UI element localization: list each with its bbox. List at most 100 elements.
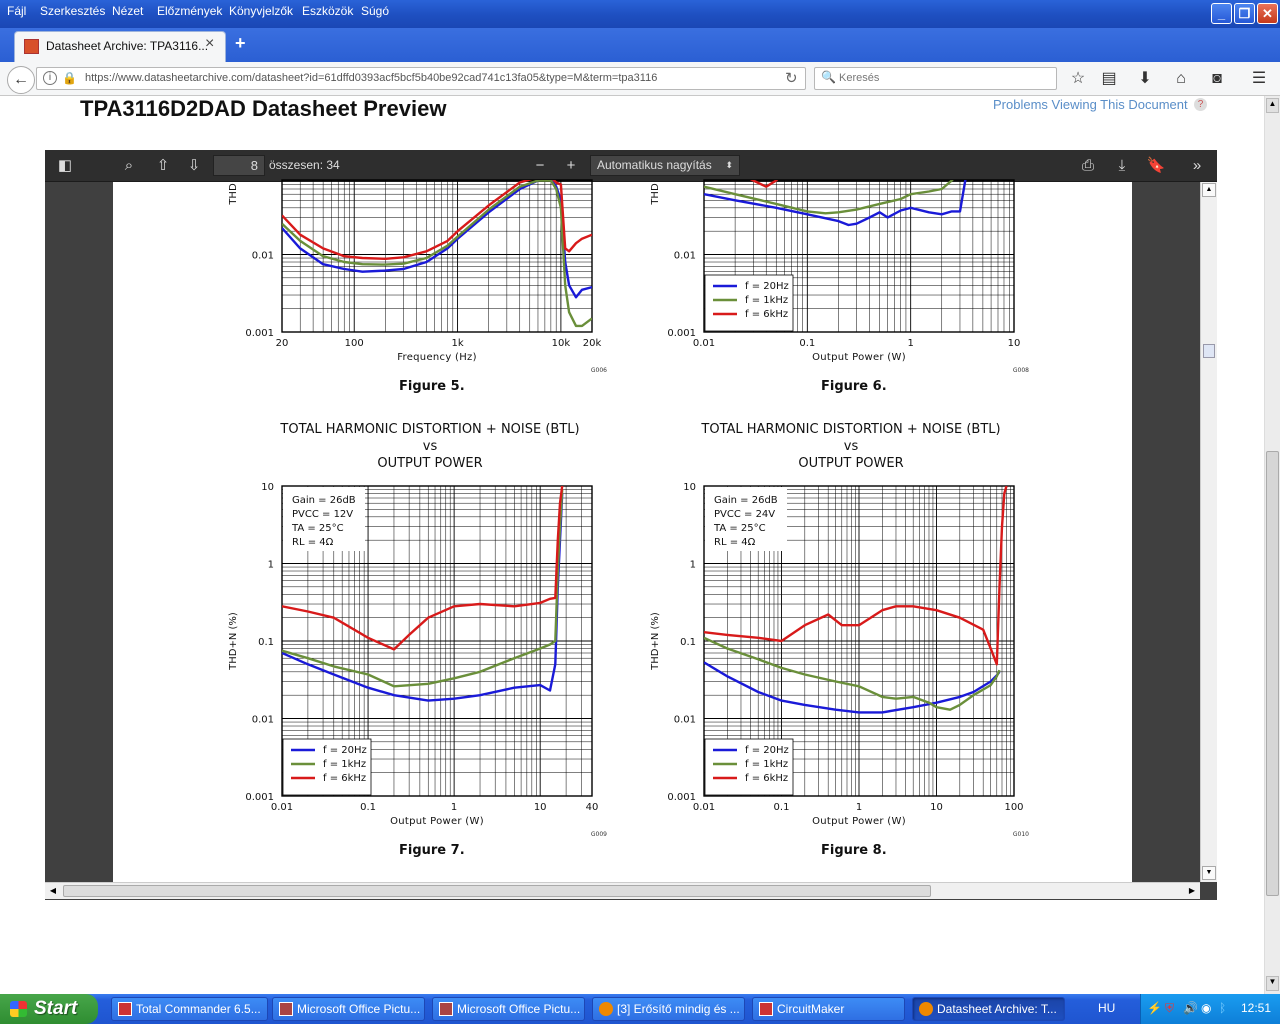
fig6-series-line-1 <box>704 180 954 215</box>
fig8-ytick-label: 1 <box>690 560 696 571</box>
fig8-xtick-label: 100 <box>1004 802 1023 813</box>
fig5-code: G006 <box>591 367 607 374</box>
fig7-xtick-label: 40 <box>586 802 599 813</box>
fig7-chart: 0.01 0.1 1 10 400.0010.010.1110Output Power … <box>228 482 607 838</box>
task-firefox-forum[interactable]: [3] Erősítő mindig és ... <box>592 997 745 1021</box>
horizontal-scroll-thumb[interactable] <box>63 885 931 897</box>
fig7-legend-label: f = 1kHz <box>323 759 366 770</box>
scroll-left-icon[interactable]: ◀ <box>46 884 60 898</box>
fig5-xtick-label: 20k <box>583 338 602 349</box>
fig7-xtick-label: 10 <box>534 802 547 813</box>
network-icon[interactable]: ⚡ <box>1147 1001 1162 1015</box>
fig6-xtick-label: 0.1 <box>799 338 815 349</box>
circuitmaker-icon <box>759 1002 773 1016</box>
fig7-ylabel: THD+N (%) <box>228 612 239 671</box>
fig5-series-line-0 <box>282 180 592 299</box>
task-circuitmaker[interactable]: CircuitMaker <box>752 997 905 1021</box>
fig5-ylabel: THD <box>228 183 239 206</box>
task-total-commander[interactable]: Total Commander 6.5... <box>111 997 268 1021</box>
task-datasheet-archive[interactable]: Datasheet Archive: T... <box>912 997 1065 1021</box>
fig6-xtick-label: 0.01 <box>693 338 715 349</box>
fig8-xtick-label: 0.01 <box>693 802 715 813</box>
pdf-vertical-scrollbar[interactable]: ▲ ▼ <box>1200 182 1217 882</box>
sync-icon[interactable]: ◉ <box>1201 1001 1211 1015</box>
fig5-xlabel: Frequency (Hz) <box>397 352 477 363</box>
fig8-title-line3: OUTPUT POWER <box>798 456 904 471</box>
fig7-ytick-label: 0.01 <box>252 715 274 726</box>
charts-svg: 20 100 1k 10k 20k0.0010.01Frequency (Hz)THDG… <box>228 179 1029 838</box>
fig8-legend-label: f = 1kHz <box>745 759 788 770</box>
shield-icon[interactable]: ⛨ <box>1165 1001 1174 1016</box>
fig8-annotation-line: RL = 4Ω <box>714 537 756 548</box>
fig8-caption: Figure 8. <box>821 843 887 858</box>
fig6-caption: Figure 6. <box>821 379 887 394</box>
fig7-annotation-line: RL = 4Ω <box>292 537 334 548</box>
fig6-legend-label: f = 6kHz <box>745 309 788 320</box>
fig6-series-line-0 <box>704 180 967 227</box>
start-button[interactable]: Start <box>0 994 98 1024</box>
volume-icon[interactable]: 🔊 <box>1183 1001 1198 1015</box>
fig5-caption: Figure 5. <box>399 379 465 394</box>
fig6-ytick-label: 0.001 <box>667 328 696 339</box>
fig7-ytick-label: 1 <box>268 560 274 571</box>
firefox-icon <box>599 1002 613 1016</box>
fig7-title: TOTAL HARMONIC DISTORTION + NOISE (BTL) … <box>260 421 600 472</box>
fig7-xtick-label: 1 <box>451 802 457 813</box>
pdf-scroll-down-icon[interactable]: ▼ <box>1202 866 1216 880</box>
task-label: Total Commander 6.5... <box>136 1002 261 1016</box>
task-office-picture-2[interactable]: Microsoft Office Pictu... <box>432 997 585 1021</box>
fig5-xtick-label: 10k <box>552 338 571 349</box>
fig7-title-line1: TOTAL HARMONIC DISTORTION + NOISE (BTL) <box>280 422 580 437</box>
picture-manager-icon <box>279 1002 293 1016</box>
fig8-chart: 0.01 0.1 1 10 1000.0010.010.1110Output Power… <box>650 482 1029 838</box>
fig6-xlabel: Output Power (W) <box>812 352 906 363</box>
windows-logo-icon <box>10 1001 27 1017</box>
fig6-xtick-label: 10 <box>1008 338 1021 349</box>
fig5-series <box>282 180 592 328</box>
fig7-ytick-label: 0.1 <box>258 637 274 648</box>
fig7-caption: Figure 7. <box>399 843 465 858</box>
fig6-ytick-label: 0.01 <box>674 251 696 262</box>
fig6-ylabel: THD <box>650 183 661 206</box>
fig7-annotation-line: PVCC = 12V <box>292 509 353 520</box>
language-indicator[interactable]: HU <box>1098 1001 1115 1015</box>
fig5-xtick-label: 100 <box>345 338 364 349</box>
task-office-picture-1[interactable]: Microsoft Office Pictu... <box>272 997 425 1021</box>
pdf-scroll-thumb[interactable] <box>1203 344 1215 358</box>
task-label: Microsoft Office Pictu... <box>297 1002 421 1016</box>
fig8-annotation-line: Gain = 26dB <box>714 495 778 506</box>
scroll-right-icon[interactable]: ▶ <box>1185 884 1199 898</box>
fig6-code: G008 <box>1013 367 1029 374</box>
horizontal-scrollbar[interactable]: ◀ ▶ <box>45 882 1200 899</box>
fig7-xtick-label: 0.1 <box>360 802 376 813</box>
fig5-series-line-1 <box>282 180 592 328</box>
fig5-series-line-2 <box>282 180 592 260</box>
fig8-title: TOTAL HARMONIC DISTORTION + NOISE (BTL) … <box>681 421 1021 472</box>
fig7-ytick-label: 0.001 <box>245 792 274 803</box>
fig8-xlabel: Output Power (W) <box>812 816 906 827</box>
fig7-legend-label: f = 6kHz <box>323 773 366 784</box>
fig6-legend-label: f = 20Hz <box>745 281 789 292</box>
fig6-legend-label: f = 1kHz <box>745 295 788 306</box>
fig8-ytick-label: 0.1 <box>680 637 696 648</box>
fig8-legend-label: f = 20Hz <box>745 745 789 756</box>
fig5-ytick-label: 0.001 <box>245 328 274 339</box>
fig6-xtick-label: 1 <box>907 338 913 349</box>
fig8-code: G010 <box>1013 831 1029 838</box>
clock: 12:51 <box>1241 1001 1272 1015</box>
fig5-xtick-label: 20 <box>276 338 289 349</box>
fig8-annotation-line: PVCC = 24V <box>714 509 775 520</box>
fig8-annotation-line: TA = 25°C <box>713 523 766 534</box>
fig8-ytick-label: 0.01 <box>674 715 696 726</box>
fig7-code: G009 <box>591 831 607 838</box>
fig7-title-line3: OUTPUT POWER <box>377 456 483 471</box>
pdf-scroll-up-icon[interactable]: ▲ <box>1202 183 1216 197</box>
task-label: Microsoft Office Pictu... <box>457 1002 581 1016</box>
task-label: Datasheet Archive: T... <box>937 1002 1057 1016</box>
fig7-title-line2: vs <box>422 439 438 454</box>
fig7-xlabel: Output Power (W) <box>390 816 484 827</box>
task-label: CircuitMaker <box>777 1002 845 1016</box>
system-tray: ⚡ ⛨ 🔊 ◉ ᛒ 12:51 <box>1140 994 1280 1024</box>
fig8-xtick-label: 1 <box>856 802 862 813</box>
bluetooth-icon[interactable]: ᛒ <box>1219 1001 1226 1015</box>
